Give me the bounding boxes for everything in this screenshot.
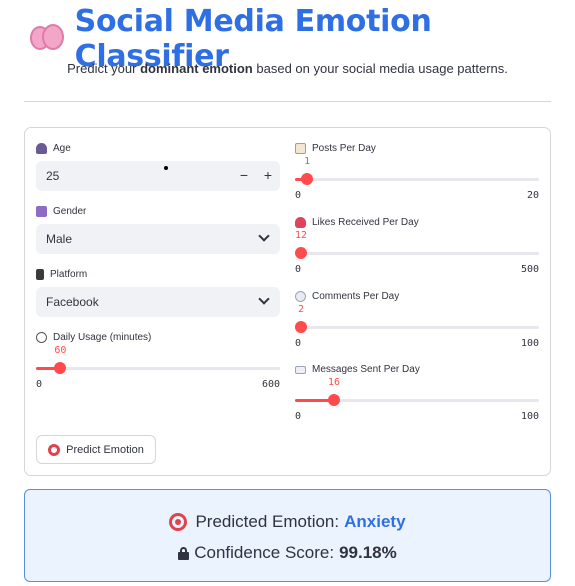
slider-value: 16 bbox=[328, 377, 341, 388]
slider-max: 20 bbox=[526, 190, 539, 201]
target-icon bbox=[48, 443, 61, 456]
predicted-emotion-line: Predicted Emotion: Anxiety bbox=[25, 512, 550, 532]
age-number-input[interactable]: 25 − + bbox=[36, 161, 280, 191]
daily-usage-label: Daily Usage (minutes) bbox=[36, 332, 151, 343]
chevron-down-icon bbox=[258, 230, 270, 242]
target-icon bbox=[169, 513, 188, 531]
predicted-emotion-value: Anxiety bbox=[344, 512, 406, 531]
predict-emotion-button[interactable]: Predict Emotion bbox=[36, 435, 156, 464]
daily-usage-slider[interactable]: 60 0 600 bbox=[36, 345, 280, 390]
slider-value: 2 bbox=[297, 304, 305, 315]
slider-max: 500 bbox=[520, 264, 539, 275]
slider-value: 60 bbox=[54, 345, 67, 356]
divider bbox=[24, 101, 551, 102]
slider-min: 0 bbox=[295, 338, 302, 349]
comments-per-day-label: Comments Per Day bbox=[295, 291, 399, 302]
confidence-line: Confidence Score: 99.18% bbox=[25, 543, 550, 563]
gender-select[interactable]: Male bbox=[36, 224, 280, 254]
slider-min: 0 bbox=[295, 264, 302, 275]
predicted-emotion-label: Predicted Emotion: bbox=[195, 512, 340, 531]
gender-label: Gender bbox=[36, 206, 86, 217]
slider-thumb[interactable] bbox=[301, 173, 314, 185]
decrement-button[interactable]: − bbox=[240, 167, 248, 183]
slider-max: 100 bbox=[520, 411, 539, 422]
lock-icon bbox=[178, 546, 190, 560]
envelope-icon bbox=[295, 365, 306, 374]
posts-per-day-label: Posts Per Day bbox=[295, 143, 376, 154]
platform-select[interactable]: Facebook bbox=[36, 287, 280, 317]
slider-value: 1 bbox=[304, 156, 311, 167]
slider-thumb[interactable] bbox=[295, 321, 307, 333]
slider-track bbox=[36, 367, 280, 370]
slider-thumb[interactable] bbox=[328, 394, 341, 406]
confidence-label: Confidence Score: bbox=[194, 543, 335, 562]
platform-selected: Facebook bbox=[46, 295, 99, 309]
slider-min: 0 bbox=[36, 379, 43, 390]
phone-icon bbox=[36, 269, 44, 280]
person-icon bbox=[36, 143, 47, 154]
age-value[interactable]: 25 bbox=[46, 169, 59, 183]
result-panel: Predicted Emotion: Anxiety Confidence Sc… bbox=[24, 489, 551, 582]
likes-received-label: Likes Received Per Day bbox=[295, 217, 419, 228]
messages-sent-slider[interactable]: 16 0 100 bbox=[295, 377, 539, 422]
chevron-down-icon bbox=[258, 293, 270, 305]
slider-max: 600 bbox=[261, 379, 280, 390]
heart-icon bbox=[295, 217, 306, 228]
slider-min: 0 bbox=[295, 411, 302, 422]
mouse-cursor bbox=[164, 166, 168, 170]
slider-track bbox=[295, 178, 539, 181]
speech-bubble-icon bbox=[295, 291, 306, 302]
input-form: Age 25 − + Gender Male Platform Facebook… bbox=[24, 127, 551, 476]
slider-track bbox=[295, 326, 539, 329]
platform-label: Platform bbox=[36, 269, 87, 280]
posts-per-day-slider[interactable]: 1 0 20 bbox=[295, 156, 539, 201]
slider-thumb[interactable] bbox=[54, 362, 67, 374]
comments-per-day-slider[interactable]: 2 0 100 bbox=[295, 304, 539, 349]
clock-icon bbox=[36, 332, 47, 343]
gender-icon bbox=[36, 206, 47, 217]
slider-track bbox=[295, 252, 539, 255]
predict-button-label: Predict Emotion bbox=[66, 443, 144, 456]
gender-selected: Male bbox=[46, 232, 73, 246]
messages-sent-label: Messages Sent Per Day bbox=[295, 364, 420, 375]
slider-thumb[interactable] bbox=[295, 247, 307, 259]
slider-max: 100 bbox=[520, 338, 539, 349]
memo-icon bbox=[295, 143, 306, 154]
likes-received-slider[interactable]: 12 0 500 bbox=[295, 230, 539, 275]
confidence-value: 99.18% bbox=[339, 543, 397, 562]
slider-value: 12 bbox=[294, 230, 308, 241]
page-subtitle: Predict your dominant emotion based on y… bbox=[67, 61, 508, 76]
brain-icon bbox=[30, 24, 64, 54]
slider-min: 0 bbox=[295, 190, 302, 201]
increment-button[interactable]: + bbox=[264, 167, 272, 183]
age-label: Age bbox=[36, 143, 71, 154]
